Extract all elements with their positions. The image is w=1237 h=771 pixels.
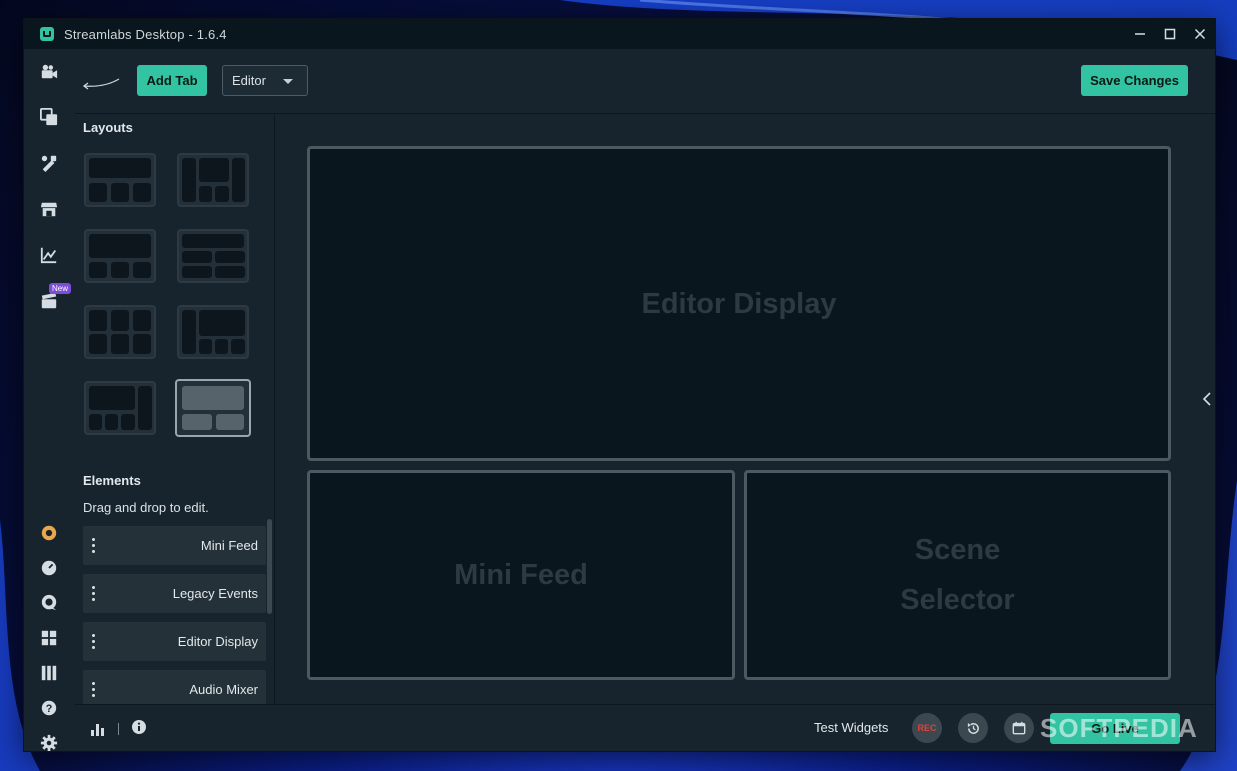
streamlabs-logo-icon: [40, 27, 54, 41]
app-window: Streamlabs Desktop - 1.6.4 New ? Add Tab…: [24, 19, 1215, 751]
nav-item-settings[interactable]: [39, 733, 59, 751]
element-item-editor-display[interactable]: Editor Display: [83, 622, 266, 661]
layout-option-2[interactable]: [177, 153, 249, 207]
element-item-mini-feed[interactable]: Mini Feed: [83, 526, 266, 565]
drag-handle-icon: [92, 634, 95, 649]
element-item-legacy-events[interactable]: Legacy Events: [83, 574, 266, 613]
minimize-icon: [1135, 33, 1145, 35]
slot-scene-selector[interactable]: Scene Selector: [744, 470, 1171, 680]
layout-option-6[interactable]: [177, 305, 249, 359]
sidebar-nav: New ?: [24, 49, 76, 751]
chat-icon: [41, 594, 57, 611]
nav-item-editor[interactable]: [39, 62, 59, 82]
window-controls: [1125, 19, 1215, 49]
drag-handle-icon: [92, 538, 95, 553]
maximize-icon: [1164, 28, 1176, 40]
themes-icon: [40, 108, 58, 126]
store-icon: [40, 202, 58, 217]
highlighter-icon: [41, 292, 57, 309]
ultra-icon: [41, 525, 57, 541]
layout-canvas: Editor Display Mini Feed Scene Selector: [275, 114, 1200, 704]
element-item-label: Editor Display: [177, 634, 258, 649]
dashboard-icon: [40, 247, 57, 264]
nav-item-app-store[interactable]: [39, 153, 59, 173]
chevron-down-icon: [283, 79, 293, 84]
slot-label-line2: Selector: [900, 584, 1015, 616]
layout-option-7[interactable]: [84, 381, 156, 435]
slot-label: Editor Display: [641, 287, 837, 320]
dashboard-link-icon: [41, 560, 57, 576]
right-panel-toggle[interactable]: [1200, 114, 1215, 704]
schedule-stream-button[interactable]: [1004, 713, 1034, 743]
studio-mode-icon: [41, 665, 57, 681]
editor-icon: [41, 64, 58, 79]
nav-item-studio-mode[interactable]: [39, 663, 59, 683]
replay-buffer-button[interactable]: [958, 713, 988, 743]
layouts-heading: Layouts: [83, 120, 133, 135]
softpedia-watermark: SOFTPEDIA: [1040, 713, 1198, 743]
tab-select-value: Editor: [232, 73, 266, 88]
record-button[interactable]: REC: [912, 713, 942, 743]
layout-option-5[interactable]: [84, 305, 156, 359]
add-tab-button[interactable]: Add Tab: [137, 65, 207, 96]
layout-side-panel: Layouts Elements Drag and drop to edit. …: [75, 114, 275, 726]
nav-item-chat[interactable]: [39, 593, 59, 613]
nav-item-themes[interactable]: [39, 107, 59, 127]
layout-option-8-selected[interactable]: [175, 379, 251, 437]
test-widgets-button[interactable]: Test Widgets: [814, 720, 888, 735]
new-badge: New: [49, 283, 72, 294]
replay-icon: [967, 722, 979, 734]
tab-select-dropdown[interactable]: Editor: [222, 65, 308, 96]
nav-item-help[interactable]: ?: [39, 698, 59, 718]
top-toolbar: Add Tab Editor Save Changes: [75, 49, 1215, 114]
elements-heading: Elements: [83, 473, 141, 488]
element-item-label: Legacy Events: [172, 586, 258, 601]
slot-label-line1: Scene: [914, 534, 1001, 566]
rec-label: REC: [917, 723, 937, 733]
drag-hint: Drag and drop to edit.: [83, 500, 209, 515]
nav-item-layout-editor[interactable]: [39, 628, 59, 648]
save-changes-button[interactable]: Save Changes: [1081, 65, 1188, 96]
slot-label: Mini Feed: [454, 559, 588, 591]
back-arrow-icon[interactable]: [81, 77, 121, 91]
layout-option-3[interactable]: [84, 229, 156, 283]
minimize-button[interactable]: [1125, 19, 1155, 49]
nav-item-highlighter[interactable]: [39, 291, 59, 311]
slot-editor-display[interactable]: Editor Display: [307, 146, 1171, 461]
layout-editor-icon: [41, 630, 57, 646]
info-icon[interactable]: [131, 719, 147, 735]
svg-text:?: ?: [46, 703, 53, 715]
close-button[interactable]: [1185, 19, 1215, 49]
app-store-icon: [41, 155, 57, 172]
element-item-label: Mini Feed: [200, 538, 258, 553]
drag-handle-icon: [92, 586, 95, 601]
layout-option-4[interactable]: [177, 229, 249, 283]
nav-item-ultra[interactable]: [39, 523, 59, 543]
layout-option-1[interactable]: [84, 153, 156, 207]
elements-scrollbar[interactable]: [267, 519, 272, 614]
window-title: Streamlabs Desktop - 1.6.4: [64, 26, 227, 42]
footer-divider: [118, 723, 119, 735]
calendar-icon: [1012, 721, 1026, 735]
maximize-button[interactable]: [1155, 19, 1185, 49]
help-icon: ?: [41, 700, 57, 716]
chevron-left-icon: [1202, 392, 1211, 406]
drag-handle-icon: [92, 682, 95, 697]
nav-item-dashboard[interactable]: [39, 245, 59, 265]
nav-item-store[interactable]: [39, 199, 59, 219]
nav-item-dashboard-link[interactable]: [39, 558, 59, 578]
element-item-label: Audio Mixer: [189, 682, 258, 697]
slot-mini-feed[interactable]: Mini Feed: [307, 470, 735, 680]
title-bar: Streamlabs Desktop - 1.6.4: [24, 19, 1215, 49]
close-icon: [1194, 28, 1206, 40]
settings-icon: [40, 734, 58, 751]
performance-stats-icon[interactable]: [90, 721, 106, 737]
